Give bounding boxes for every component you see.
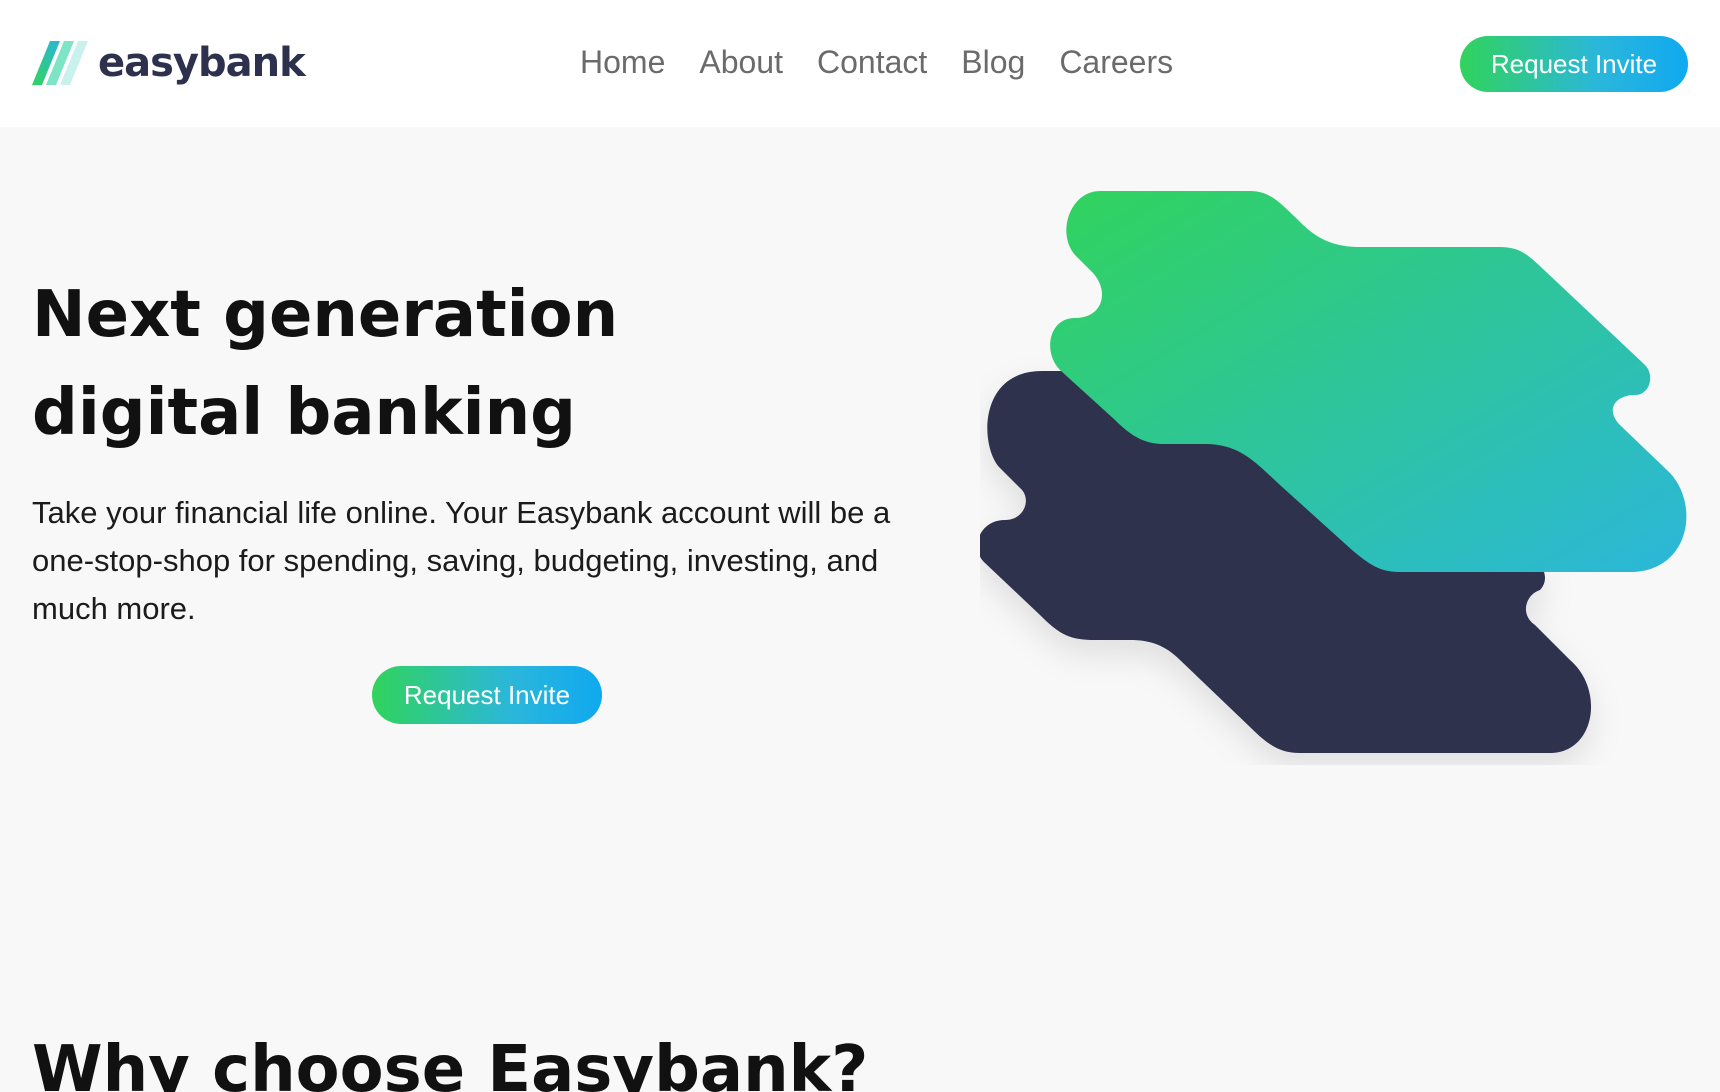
why-choose-title: Why choose Easybank?: [32, 1033, 869, 1092]
nav-link-contact[interactable]: Contact: [817, 40, 927, 84]
nav-link-home[interactable]: Home: [580, 40, 665, 84]
hero-illustration: [980, 191, 1687, 753]
main-nav: Home About Contact Blog Careers: [580, 40, 1173, 84]
nav-link-about[interactable]: About: [699, 40, 783, 84]
nav-link-blog[interactable]: Blog: [961, 40, 1025, 84]
slanted-stripes-logo-icon: [32, 41, 88, 85]
hero-title: Next generation digital banking: [32, 278, 619, 450]
hero-description: Take your financial life online. Your Ea…: [32, 495, 891, 626]
site-header: easybank Home About Contact Blog Careers…: [0, 0, 1720, 127]
page: easybank Home About Contact Blog Careers…: [0, 0, 1720, 1092]
header-request-invite-button[interactable]: Request Invite: [1460, 36, 1688, 92]
nav-link-careers[interactable]: Careers: [1059, 40, 1173, 84]
logo[interactable]: easybank: [32, 38, 306, 88]
brand-name: easybank: [98, 40, 306, 86]
hero-request-invite-button[interactable]: Request Invite: [372, 666, 602, 724]
